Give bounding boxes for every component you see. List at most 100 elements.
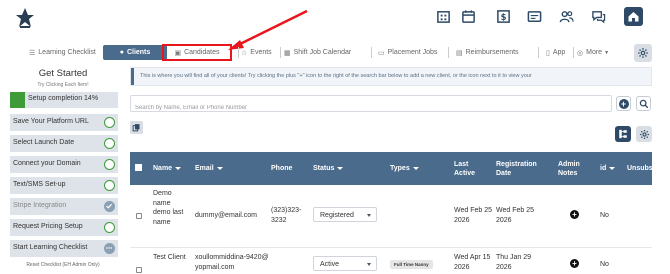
info-banner: This is where you will find all of your … <box>130 67 652 86</box>
tab-shift-job-calendar[interactable]: ▦ Shift Job Calendar <box>284 45 368 60</box>
calendar-icon: ▦ <box>284 49 291 57</box>
tab-more[interactable]: ◎ More ▼ <box>577 45 625 60</box>
search-button[interactable] <box>636 96 651 111</box>
status-dropdown[interactable]: Registered <box>313 207 377 222</box>
tab-events[interactable]: ☆ Events <box>241 45 277 60</box>
checklist-item-domain[interactable]: Connect your Domain <box>10 156 118 173</box>
check-circle-icon <box>104 159 115 170</box>
copy-button[interactable] <box>130 121 143 134</box>
hierarchy-view-button[interactable] <box>615 126 631 142</box>
client-phone: (323)323-3232 <box>271 207 302 224</box>
search-icon <box>639 99 648 108</box>
calendar-icon[interactable] <box>461 9 476 24</box>
client-name[interactable]: Demo name demo last name <box>153 189 189 227</box>
check-circle-icon <box>104 138 115 149</box>
tab-divider <box>538 47 539 58</box>
column-registration-date[interactable]: Registration Date <box>496 152 548 185</box>
checklist-item-launch-date[interactable]: Select Launch Date <box>10 135 118 152</box>
add-note-button[interactable]: + <box>570 210 579 219</box>
search-bar <box>130 95 612 116</box>
chevron-down-icon <box>367 263 371 266</box>
tab-candidates[interactable]: ▣ Candidates <box>162 44 232 61</box>
client-name[interactable]: Test Client <box>153 253 189 263</box>
last-active: Wed Feb 25 2026 <box>454 207 493 224</box>
sliders-icon: ☰ <box>29 49 36 57</box>
globe-icon: ◎ <box>577 49 584 57</box>
check-circle-icon <box>104 180 115 191</box>
info-text: This is where you will find all of your … <box>140 73 532 79</box>
home-button[interactable] <box>624 7 643 26</box>
star-icon: ☆ <box>241 49 248 57</box>
tab-placement-jobs[interactable]: ▭ Placement Jobs <box>378 45 448 60</box>
table-row[interactable]: Demo name demo last name dummy@email.com… <box>130 185 652 248</box>
tab-divider <box>448 47 449 58</box>
tab-divider <box>238 47 239 58</box>
column-types[interactable]: Types <box>390 152 419 185</box>
sort-caret-icon <box>412 167 419 170</box>
tab-divider <box>371 47 372 58</box>
checklist-item-stripe[interactable]: Stripe Integration <box>10 198 118 215</box>
client-email: dummy@email.com <box>195 212 257 219</box>
column-id[interactable]: id <box>600 152 616 185</box>
sort-caret-icon <box>216 167 223 170</box>
table-settings-button[interactable] <box>636 126 652 142</box>
company-logo[interactable] <box>14 6 36 30</box>
reset-checklist-link[interactable]: Reset Checklist (EH Admin Only) <box>8 262 118 268</box>
plus-icon: + <box>618 98 629 109</box>
chevron-down-icon: ▼ <box>604 49 610 56</box>
checklist-item-platform-url[interactable]: Save Your Platform URL <box>10 114 118 131</box>
sort-caret-icon <box>609 167 616 170</box>
sidebar-title: Get Started <box>38 68 88 79</box>
client-email: xoullommiddina-9420@yopmail.com <box>195 254 269 271</box>
row-checkbox[interactable] <box>136 213 142 219</box>
receipt-icon: ▤ <box>456 49 463 57</box>
checklist-item-pricing[interactable]: Request Pricing Setup <box>10 219 118 236</box>
gear-icon <box>639 129 649 139</box>
add-note-button[interactable]: + <box>570 259 579 268</box>
search-input[interactable] <box>131 100 611 116</box>
get-started-sidebar: Get Started Try Clicking Each Item! Setu… <box>8 66 118 274</box>
tab-app[interactable]: ▯ App <box>546 45 570 60</box>
column-phone[interactable]: Phone <box>271 152 292 185</box>
column-email[interactable]: Email <box>195 152 223 185</box>
column-unsubs[interactable]: Unsubs <box>627 152 653 185</box>
clients-table-header: Name Email Phone Status Types Last Activ… <box>130 152 653 185</box>
last-active: Wed Apr 15 2026 <box>454 254 491 271</box>
status-dropdown[interactable]: Active <box>313 256 377 271</box>
check-circle-icon <box>104 117 115 128</box>
checklist-item-learning[interactable]: Start Learning Checklist <box>10 240 118 257</box>
tab-reimbursements[interactable]: ▤ Reimbursements <box>456 45 536 60</box>
select-all-checkbox[interactable] <box>135 164 142 171</box>
tab-divider <box>573 47 574 58</box>
column-name[interactable]: Name <box>153 152 182 185</box>
column-status[interactable]: Status <box>313 152 344 185</box>
setup-progress-bar: Setup completion 14% <box>10 92 118 108</box>
monitor-icon: ▭ <box>378 49 385 57</box>
settings-gear-button[interactable] <box>634 44 652 62</box>
registration-date: Wed Feb 25 2026 <box>496 207 535 224</box>
ellipsis-icon <box>104 243 115 254</box>
column-last-active[interactable]: Last Active <box>454 152 490 185</box>
checklist-item-sms[interactable]: Text/SMS Set-up <box>10 177 118 194</box>
type-badge: Full Time Nanny <box>390 260 433 269</box>
briefcase-icon: ▣ <box>174 49 182 57</box>
users-icon[interactable] <box>559 9 574 24</box>
building-icon[interactable] <box>436 9 451 24</box>
top-bar: $ <box>0 0 670 38</box>
svg-text:$: $ <box>501 12 507 22</box>
chat-icon[interactable] <box>591 9 606 24</box>
copy-icon <box>132 124 140 132</box>
nav-tabs: ☰ Learning Checklist ● Clients ▣ Candida… <box>16 44 636 61</box>
row-checkbox[interactable] <box>136 267 142 273</box>
client-id: No <box>600 212 609 219</box>
column-admin-notes[interactable]: Admin Notes <box>558 152 584 185</box>
id-card-icon[interactable] <box>527 9 542 24</box>
progress-fill <box>10 92 26 108</box>
money-icon[interactable]: $ <box>496 9 511 24</box>
table-row[interactable]: Test Client xoullommiddina-9420@yopmail.… <box>130 248 652 274</box>
registration-date: Thu Jan 29 2026 <box>496 254 532 271</box>
tab-clients[interactable]: ● Clients <box>103 45 167 60</box>
sort-caret-icon <box>175 167 182 170</box>
client-id: No <box>600 261 609 268</box>
add-client-button[interactable]: + <box>616 96 631 111</box>
